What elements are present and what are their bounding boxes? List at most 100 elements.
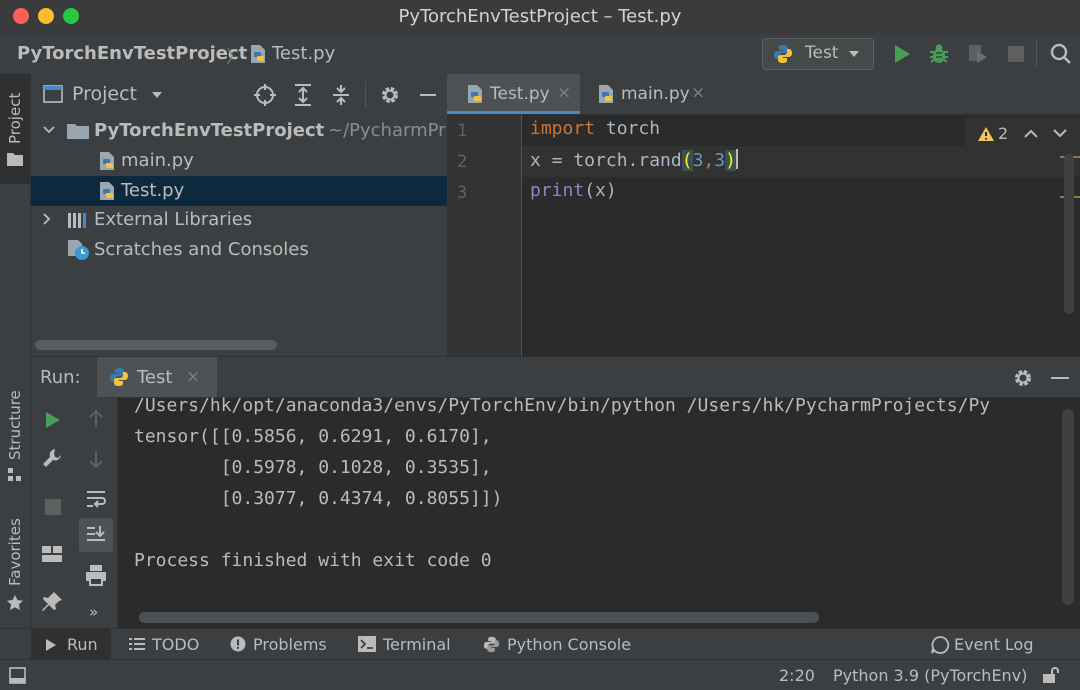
run-panel: Run: Test × » /Users/hk/opt/anaconda3/en… — [31, 356, 1080, 629]
caret-position[interactable]: 2:20 — [779, 666, 815, 685]
gear-icon[interactable] — [1012, 367, 1034, 389]
tool-window-label: Problems — [253, 635, 327, 654]
code-line-2[interactable]: x = torch.rand(3,3) — [530, 149, 738, 171]
tool-window-event-log[interactable]: Event Log — [924, 629, 1042, 660]
soft-wrap-icon[interactable] — [85, 488, 107, 510]
tree-item-project-root[interactable]: PyTorchEnvTestProject ~/PycharmPr — [31, 116, 447, 146]
warning-count: 2 — [998, 124, 1009, 143]
favorites-tool-tab[interactable]: Favorites — [0, 510, 30, 620]
down-arrow-icon[interactable] — [86, 449, 106, 469]
tree-item-external-libraries[interactable]: External Libraries — [31, 205, 447, 235]
code-token: (x) — [584, 180, 617, 201]
tool-window-problems[interactable]: Problems — [224, 629, 336, 660]
folder-icon — [7, 152, 23, 166]
tool-window-label: TODO — [152, 635, 200, 654]
chevron-down-icon[interactable] — [151, 91, 163, 99]
console-output-line: [0.3077, 0.4374, 0.8055]]) — [134, 488, 503, 509]
tree-file-label: Test.py — [121, 180, 185, 201]
stop-icon[interactable] — [44, 498, 62, 516]
code-line-3[interactable]: print(x) — [530, 180, 617, 201]
python-interpreter[interactable]: Python 3.9 (PyTorchEnv) — [833, 666, 1027, 685]
code-token: torch — [595, 118, 661, 139]
close-tab-icon[interactable]: × — [557, 83, 571, 103]
python-icon — [483, 636, 500, 653]
debug-button[interactable] — [927, 42, 951, 66]
tree-item-test-py[interactable]: Test.py — [31, 176, 447, 206]
toggle-tool-windows-icon[interactable] — [9, 667, 26, 684]
console-vertical-scrollbar[interactable] — [1062, 409, 1074, 605]
close-tab-icon[interactable]: × — [186, 367, 200, 387]
tree-item-main-py[interactable]: main.py — [31, 146, 447, 176]
python-file-icon — [97, 181, 117, 201]
wrench-icon[interactable] — [41, 447, 63, 469]
tree-item-scratches[interactable]: Scratches and Consoles — [31, 235, 447, 265]
navigation-bar: PyTorchEnvTestProject 〉 Test.py Test — [0, 34, 1080, 75]
scroll-to-end-icon — [85, 524, 107, 546]
tab-test-py[interactable]: Test.py × — [447, 74, 580, 114]
horizontal-scrollbar[interactable] — [35, 340, 277, 350]
python-icon — [109, 367, 129, 387]
text-cursor — [735, 149, 738, 169]
stop-icon[interactable] — [1004, 42, 1028, 66]
bracket-token: ( — [681, 150, 693, 171]
run-button[interactable] — [890, 42, 914, 66]
run-configuration-label: Test — [805, 43, 839, 63]
scroll-to-end-toggle[interactable] — [79, 518, 113, 552]
previous-highlight-icon[interactable] — [1024, 129, 1038, 138]
status-bar: 2:20 Python 3.9 (PyTorchEnv) — [0, 659, 1080, 690]
list-icon — [129, 638, 145, 651]
project-root-name: PyTorchEnvTestProject — [94, 120, 325, 141]
gear-icon[interactable] — [379, 84, 401, 106]
comma-token: , — [703, 150, 715, 171]
rerun-icon[interactable] — [43, 410, 63, 430]
next-highlight-icon[interactable] — [1053, 129, 1067, 138]
tool-window-todo[interactable]: TODO — [122, 629, 212, 660]
project-tool-tab[interactable]: Project — [0, 74, 30, 184]
tool-window-terminal[interactable]: Terminal — [352, 629, 458, 660]
chevron-right-icon[interactable] — [43, 213, 51, 225]
run-panel-label: Run: — [40, 367, 81, 388]
structure-tool-tab[interactable]: Structure — [0, 380, 30, 490]
code-line-1[interactable]: import torch — [530, 118, 660, 139]
print-icon[interactable] — [85, 564, 107, 586]
breadcrumb-file[interactable]: Test.py — [272, 43, 335, 64]
breadcrumb-project[interactable]: PyTorchEnvTestProject — [17, 43, 247, 64]
project-root-path: ~/PycharmPr — [328, 120, 446, 141]
tool-window-label: Terminal — [383, 635, 451, 654]
more-actions-icon[interactable]: » — [89, 603, 98, 621]
tab-main-py[interactable]: main.py × — [587, 74, 712, 114]
library-icon — [67, 211, 89, 229]
line-number-gutter: 1 2 3 — [447, 115, 522, 356]
warning-icon — [977, 126, 995, 142]
inspection-widget[interactable]: 2 — [965, 118, 1080, 150]
pin-icon[interactable] — [41, 591, 63, 613]
window-title: PyTorchEnvTestProject – Test.py — [398, 6, 682, 27]
close-tab-icon[interactable]: × — [691, 83, 705, 103]
tree-file-label: main.py — [121, 150, 194, 171]
editor-area: Test.py × main.py × 1 2 3 import torch x… — [447, 74, 1080, 356]
toolbar-divider — [1036, 40, 1037, 68]
editor-vertical-scrollbar[interactable] — [1064, 154, 1074, 314]
run-configuration-selector[interactable]: Test — [762, 38, 874, 70]
layout-icon[interactable] — [41, 545, 63, 563]
run-tab-test[interactable]: Test × — [97, 357, 217, 397]
console-horizontal-scrollbar[interactable] — [139, 612, 819, 623]
chevron-down-icon[interactable] — [43, 126, 55, 134]
locate-file-icon[interactable] — [254, 84, 276, 106]
run-toolbar-secondary: » — [75, 397, 118, 629]
run-toolbar-primary — [31, 397, 75, 629]
terminal-icon — [358, 636, 376, 652]
unlock-icon[interactable] — [1042, 666, 1060, 684]
tool-window-label: Event Log — [954, 635, 1034, 654]
run-with-coverage-icon[interactable] — [966, 42, 990, 66]
project-view-title[interactable]: Project — [72, 83, 137, 105]
search-icon[interactable] — [1049, 42, 1073, 66]
tool-window-python-console[interactable]: Python Console — [476, 629, 642, 660]
expand-all-icon[interactable] — [293, 84, 313, 106]
left-tool-stripe: Project Structure Favorites — [0, 74, 31, 628]
collapse-all-icon[interactable] — [331, 84, 351, 106]
hide-panel-icon[interactable] — [420, 94, 436, 96]
tool-window-run[interactable]: Run — [31, 629, 111, 660]
up-arrow-icon[interactable] — [86, 409, 106, 429]
hide-panel-icon[interactable] — [1051, 377, 1069, 379]
